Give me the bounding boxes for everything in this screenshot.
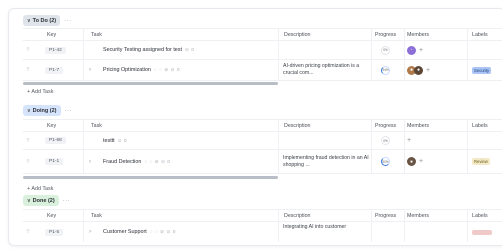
- group-pill-doing[interactable]: ∨ Doing (2): [23, 105, 61, 116]
- drag-handle-icon[interactable]: ⠿: [26, 222, 30, 242]
- task-name[interactable]: Security Testing assigned for test: [103, 47, 182, 53]
- column-header-labels: Labels: [472, 31, 488, 38]
- more-icon[interactable]: ···: [64, 18, 72, 24]
- group-title: Doing (2): [32, 107, 57, 114]
- task-description: AI-driven pricing optimization is a cruc…: [283, 63, 360, 76]
- chevron-right-icon[interactable]: ›: [89, 60, 91, 80]
- group-title: Done (2): [32, 197, 55, 204]
- label-chip-security[interactable]: Security: [472, 66, 492, 74]
- table-header-row: Key Task Description Progress Members La…: [23, 119, 502, 132]
- drag-handle-icon[interactable]: ⠿: [26, 41, 30, 59]
- task-board-card: ∨ To Do (2) ··· Key Task Description Pro…: [8, 8, 502, 246]
- drag-handle-icon[interactable]: ⠿: [26, 150, 30, 173]
- task-meta-icons: ◌ ◌ ⊘ ⊙ 0: [149, 229, 176, 234]
- task-name[interactable]: testtt: [103, 138, 115, 144]
- add-member-icon[interactable]: +: [419, 47, 423, 54]
- add-task-button[interactable]: + Add Task: [27, 89, 53, 95]
- group-pill-done[interactable]: ∨ Done (2): [23, 195, 59, 206]
- column-header-key: Key: [47, 31, 57, 38]
- chevron-right-icon[interactable]: ›: [89, 222, 91, 242]
- horizontal-scrollbar[interactable]: [23, 176, 278, 179]
- column-header-key: Key: [47, 122, 57, 129]
- label-chip-review[interactable]: Review: [472, 158, 490, 165]
- task-name[interactable]: Fraud Detection: [103, 159, 141, 165]
- horizontal-scrollbar[interactable]: [23, 82, 278, 85]
- task-name[interactable]: Customer Support: [103, 229, 147, 235]
- progress-indicator: 0%: [381, 136, 390, 145]
- column-header-key: Key: [47, 212, 57, 219]
- add-member-icon[interactable]: +: [407, 137, 411, 144]
- table-header-row: Key Task Description Progress Members La…: [23, 209, 502, 222]
- column-header-description: Description: [284, 31, 311, 38]
- drag-handle-icon[interactable]: ⠿: [26, 60, 30, 80]
- group-pill-todo[interactable]: ∨ To Do (2): [23, 15, 61, 26]
- table-row[interactable]: ⠿ P1-5 › Customer Support ◌ ◌ ⊘ ⊙ 0 Inte…: [23, 222, 502, 242]
- task-meta-icons: ⊙ 0: [117, 137, 128, 143]
- task-description: Implementing fraud detection in an AI sh…: [283, 154, 369, 168]
- avatar[interactable]: ◦: [407, 45, 416, 55]
- avatar[interactable]: ●: [407, 157, 416, 166]
- table-row[interactable]: ⠿ P1-68 testtt ⊙ 0 0% +: [23, 132, 502, 150]
- task-description: Integrating AI into customer: [283, 224, 347, 230]
- task-key: P1-1: [45, 158, 64, 165]
- table-header-row: Key Task Description Progress Members La…: [23, 28, 502, 41]
- progress-indicator: 34%: [381, 65, 390, 75]
- progress-indicator: 0%: [381, 45, 390, 55]
- task-key: P1-42: [45, 46, 66, 54]
- chevron-right-icon[interactable]: ›: [89, 150, 91, 173]
- column-header-progress: Progress: [375, 31, 397, 38]
- chevron-down-icon[interactable]: ∨: [27, 198, 31, 204]
- group-title: To Do (2): [32, 17, 57, 24]
- table-row[interactable]: ⠿ P1-7 › Pricing Optimization ◌ ◌ ⊘ ⊙ 0 …: [23, 60, 502, 81]
- column-header-description: Description: [284, 212, 311, 219]
- more-icon[interactable]: ···: [63, 198, 71, 204]
- add-member-icon[interactable]: +: [426, 67, 430, 74]
- group-header-todo: ∨ To Do (2) ···: [23, 15, 72, 26]
- column-header-task: Task: [91, 212, 102, 219]
- table-row[interactable]: ⠿ P1-42 Security Testing assigned for te…: [23, 41, 502, 60]
- task-meta-icons: ⊙ 0: [185, 47, 195, 52]
- task-meta-icons: ◌ ◌ ⊘ ⊙ 0: [153, 67, 181, 72]
- add-task-button[interactable]: + Add Task: [27, 186, 53, 192]
- table-row[interactable]: ⠿ P1-1 › Fraud Detection ◌ ◌ ⊘ ⊙ 0 Imple…: [23, 150, 502, 174]
- column-header-description: Description: [284, 122, 311, 129]
- add-member-icon[interactable]: +: [419, 158, 423, 165]
- column-header-labels: Labels: [472, 212, 488, 219]
- column-header-members: Members: [407, 212, 430, 219]
- group-header-done: ∨ Done (2) ···: [23, 195, 70, 206]
- task-meta-icons: ◌ ◌ ⊘ ⊙ 0: [144, 158, 171, 164]
- avatar[interactable]: ●: [414, 65, 423, 75]
- task-key: P1-68: [45, 137, 66, 144]
- label-chip[interactable]: [472, 229, 492, 235]
- column-header-task: Task: [91, 31, 102, 38]
- column-header-members: Members: [407, 31, 430, 38]
- task-key: P1-7: [45, 66, 64, 74]
- drag-handle-icon[interactable]: ⠿: [26, 132, 30, 149]
- progress-indicator: 50%: [381, 157, 390, 166]
- column-header-labels: Labels: [472, 122, 488, 129]
- column-header-progress: Progress: [375, 212, 397, 219]
- column-header-members: Members: [407, 122, 430, 129]
- task-key: P1-5: [45, 228, 64, 236]
- task-name[interactable]: Pricing Optimization: [103, 67, 151, 73]
- chevron-down-icon[interactable]: ∨: [27, 108, 31, 114]
- chevron-down-icon[interactable]: ∨: [27, 18, 31, 24]
- group-header-doing: ∨ Doing (2) ···: [23, 105, 72, 116]
- column-header-progress: Progress: [375, 122, 397, 129]
- column-header-task: Task: [91, 122, 102, 129]
- more-icon[interactable]: ···: [65, 108, 73, 114]
